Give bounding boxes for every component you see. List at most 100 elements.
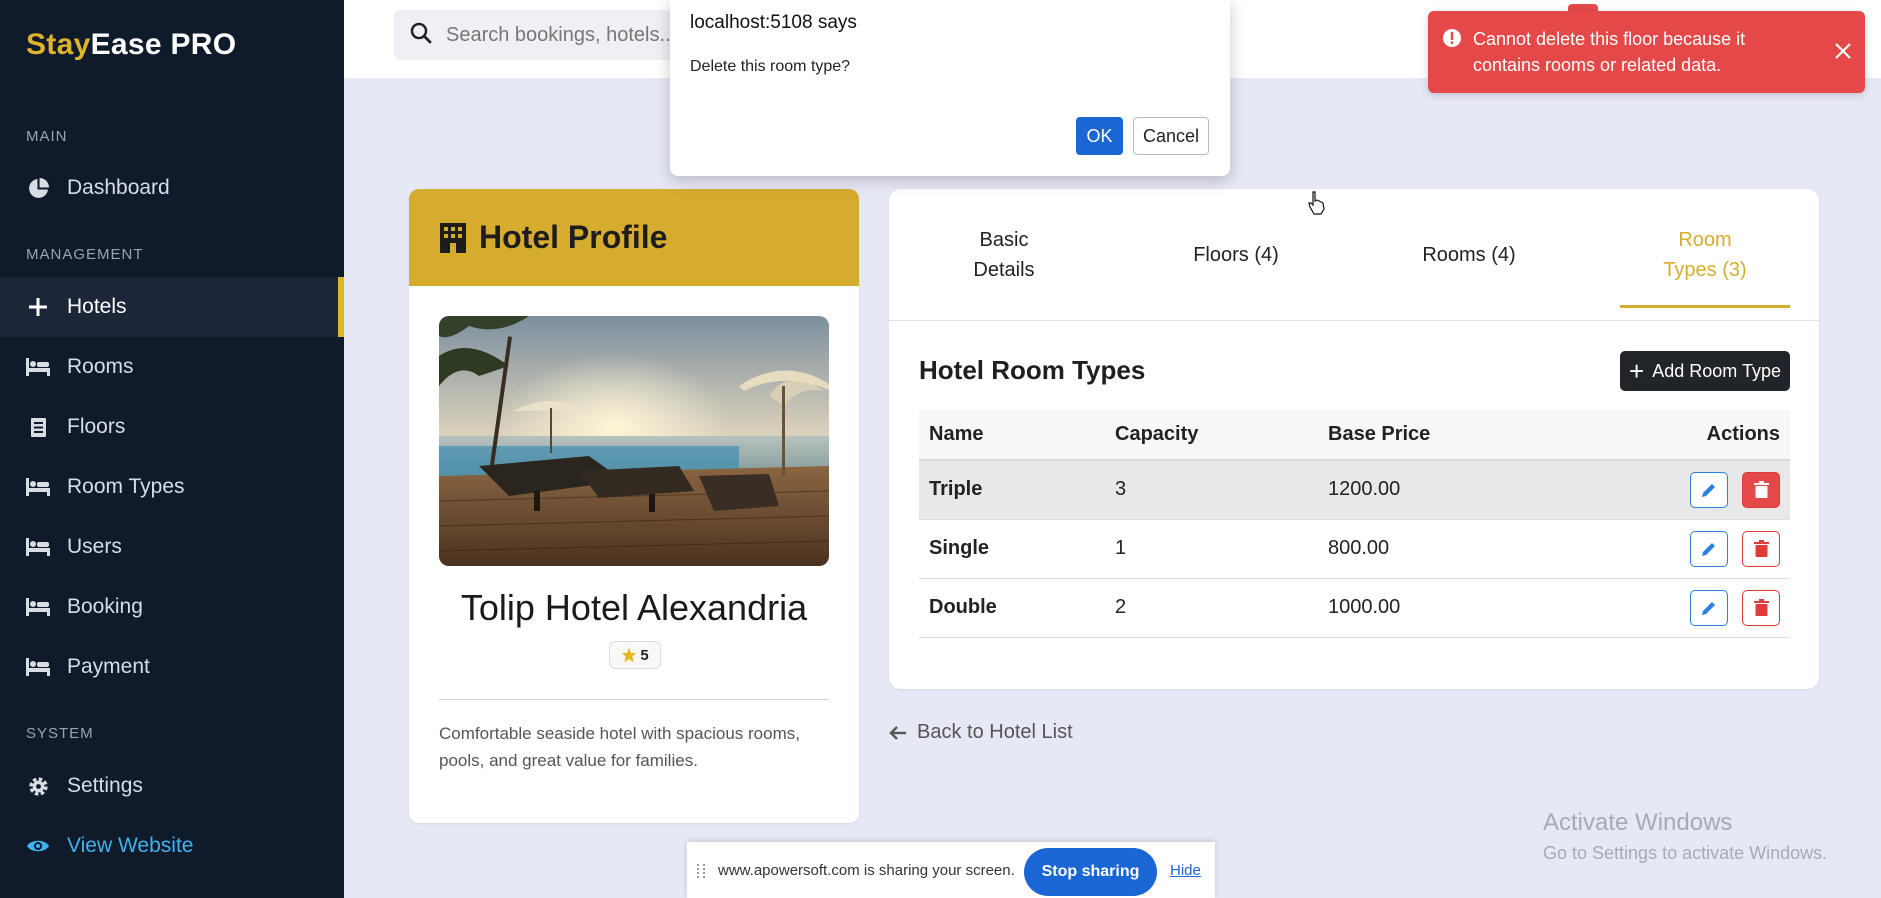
bed-icon <box>26 355 50 379</box>
brand-part1: Stay <box>26 28 91 61</box>
dialog-cancel-button[interactable]: Cancel <box>1133 117 1209 155</box>
room-type-name: Double <box>919 578 1105 638</box>
windows-activation-watermark: Activate Windows Go to Settings to activ… <box>1543 809 1827 864</box>
sidebar-item-room-types[interactable]: Room Types <box>0 457 344 517</box>
alert-icon <box>1442 28 1462 55</box>
edit-button[interactable] <box>1690 471 1729 508</box>
gear-icon <box>26 774 50 798</box>
sidebar-item-label: Settings <box>67 774 143 797</box>
brand-logo[interactable]: StayEase PRO <box>26 28 236 62</box>
sidebar-item-label: Room Types <box>67 475 185 498</box>
sidebar-item-label: Payment <box>67 655 150 678</box>
brand-part2: Ease PRO <box>90 28 237 61</box>
tab-rooms[interactable]: Rooms (4) <box>1384 189 1554 321</box>
trash-icon <box>1753 481 1769 499</box>
sidebar-item-view-website[interactable]: View Website <box>0 816 344 876</box>
error-toast: Cannot delete this floor because it cont… <box>1428 11 1865 93</box>
sidebar-item-label: Users <box>67 535 122 558</box>
add-room-type-button[interactable]: + Add Room Type <box>1620 351 1790 391</box>
hotel-name: Tolip Hotel Alexandria <box>460 587 808 628</box>
hotel-profile-card: Hotel Profile Tolip Hotel Alexandria 5 C… <box>409 189 859 823</box>
close-icon[interactable] <box>1833 41 1853 68</box>
confirm-dialog: localhost:5108 says Delete this room typ… <box>670 0 1230 176</box>
room-type-capacity: 2 <box>1105 578 1318 638</box>
watermark-title: Activate Windows <box>1543 809 1733 836</box>
trash-icon <box>1753 540 1769 557</box>
sidebar-item-payment[interactable]: Payment <box>0 637 344 697</box>
building-icon <box>439 222 467 253</box>
sidebar-item-label: Dashboard <box>67 176 170 199</box>
tab-basic-details[interactable]: Basic Details <box>919 189 1089 321</box>
profile-header: Hotel Profile <box>409 189 859 286</box>
sidebar-item-label: Hotels <box>67 295 127 318</box>
back-to-hotel-list-link[interactable]: Back to Hotel List <box>889 721 1073 744</box>
table-header-row: Name Capacity Base Price Actions <box>919 410 1790 461</box>
pencil-icon <box>1702 542 1716 556</box>
bed-icon <box>26 595 50 619</box>
dialog-message: Delete this room type? <box>690 58 851 75</box>
delete-button[interactable] <box>1742 471 1780 508</box>
sidebar-item-settings[interactable]: Settings <box>0 756 344 816</box>
section-label-management: MANAGEMENT <box>26 246 144 263</box>
sidebar-item-floors[interactable]: Floors <box>0 397 344 457</box>
bed-icon <box>26 535 50 559</box>
sidebar-item-label: View Website <box>67 834 194 857</box>
delete-button[interactable] <box>1742 530 1780 567</box>
sidebar-item-label: Rooms <box>67 355 134 378</box>
room-type-price: 800.00 <box>1318 519 1618 579</box>
hotel-description: Comfortable seaside hotel with spacious … <box>439 724 800 770</box>
sidebar-item-label: Floors <box>67 415 126 438</box>
trash-icon <box>1753 599 1769 616</box>
plus-icon <box>26 295 50 319</box>
eye-icon <box>26 834 50 858</box>
room-types-table: Name Capacity Base Price Actions Triple … <box>919 410 1790 638</box>
stop-sharing-button[interactable]: Stop sharing <box>1024 848 1157 896</box>
room-type-capacity: 3 <box>1105 460 1318 520</box>
pencil-icon <box>1702 601 1716 615</box>
column-header-name: Name <box>919 410 1105 461</box>
rating-badge: 5 <box>609 641 661 669</box>
bed-icon <box>26 475 50 499</box>
plus-icon: + <box>1629 356 1645 386</box>
watermark-subtitle: Go to Settings to activate Windows. <box>1543 843 1828 863</box>
sidebar-item-rooms[interactable]: Rooms <box>0 337 344 397</box>
section-title: Hotel Room Types <box>919 355 1146 385</box>
tab-floors[interactable]: Floors (4) <box>1151 189 1321 321</box>
back-link-label: Back to Hotel List <box>917 721 1073 743</box>
table-row: Triple 3 1200.00 <box>919 460 1790 520</box>
row-actions <box>1618 519 1790 579</box>
sidebar-item-booking[interactable]: Booking <box>0 577 344 637</box>
delete-button[interactable] <box>1742 589 1780 626</box>
divider <box>439 699 829 700</box>
section-label-system: SYSTEM <box>26 725 94 742</box>
edit-button[interactable] <box>1690 530 1729 567</box>
sidebar: StayEase PRO MAIN Dashboard MANAGEMENT H… <box>0 0 344 898</box>
sidebar-item-users[interactable]: Users <box>0 517 344 577</box>
room-type-price: 1200.00 <box>1318 460 1618 520</box>
tab-room-types[interactable]: Room Types (3) <box>1620 189 1790 321</box>
table-row: Single 1 800.00 <box>919 519 1790 579</box>
tab-bar: Basic Details Floors (4) Rooms (4) Room … <box>889 189 1819 321</box>
screen-sharing-bar: www.apowersoft.com is sharing your scree… <box>687 842 1215 898</box>
room-type-name: Triple <box>919 460 1105 520</box>
pencil-icon <box>1702 483 1716 497</box>
table-row: Double 2 1000.00 <box>919 578 1790 638</box>
sidebar-item-label: Booking <box>67 595 143 618</box>
document-icon <box>26 415 50 439</box>
dialog-ok-button[interactable]: OK <box>1076 117 1123 155</box>
pie-chart-icon <box>26 176 50 200</box>
edit-button[interactable] <box>1690 589 1729 626</box>
hide-link[interactable]: Hide <box>1170 862 1201 879</box>
sidebar-item-dashboard[interactable]: Dashboard <box>0 158 344 218</box>
room-type-price: 1000.00 <box>1318 578 1618 638</box>
dialog-origin: localhost:5108 says <box>690 12 857 33</box>
star-icon <box>621 647 637 663</box>
toast-message: Cannot delete this floor because it cont… <box>1473 29 1746 75</box>
hotel-details-card: Basic Details Floors (4) Rooms (4) Room … <box>889 189 1819 689</box>
rating-value: 5 <box>640 646 649 664</box>
room-type-capacity: 1 <box>1105 519 1318 579</box>
drag-handle-icon[interactable] <box>697 864 705 878</box>
sidebar-item-hotels[interactable]: Hotels <box>0 277 344 337</box>
column-header-base-price: Base Price <box>1318 410 1618 461</box>
sharing-message: www.apowersoft.com is sharing your scree… <box>718 862 1015 879</box>
